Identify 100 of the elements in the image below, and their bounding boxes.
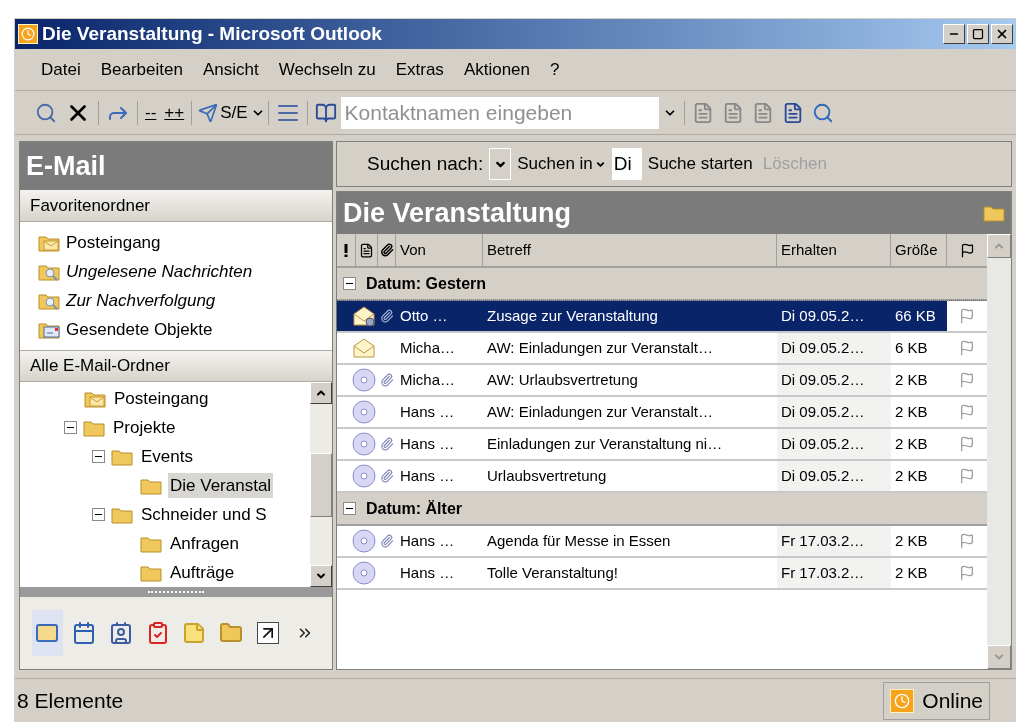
column-header[interactable]: Erhalten [777,234,891,266]
table-cell-text: 2 KB [894,433,929,454]
folder-icon [140,534,162,553]
table-cell-text: 2 KB [894,369,929,390]
search-label: Suchen nach: [367,151,484,176]
menu-item[interactable]: Wechseln zu [270,56,384,83]
section-header[interactable]: Alle E-Mail-Ordner [20,350,332,382]
menu-item[interactable]: Ansicht [194,56,267,83]
scrollbar[interactable] [310,382,332,587]
table-cell-text: Hans … [399,465,456,486]
folder-tree-item[interactable]: Events [139,443,195,470]
search-folder-icon [38,262,60,281]
group-toggle-icon[interactable] [343,277,356,290]
flag-icon[interactable] [959,468,975,484]
group-label: Datum: Älter [366,498,462,519]
folder-tree-item[interactable]: Schneider und S [139,501,269,528]
flag-icon[interactable] [959,372,975,388]
table-cell-text: Hans … [399,530,456,551]
expander-icon[interactable] [64,421,77,434]
disc-icon [352,464,376,488]
flag-icon[interactable] [959,565,975,581]
message-row[interactable]: Hans … Urlaubsvertretung Di 09.05.2… 2 KB [337,461,987,493]
maximize-button[interactable] [967,24,989,44]
search-dropdown[interactable] [489,148,512,180]
column-header[interactable]: Von [396,234,483,266]
table-cell-text: Einladungen zur Veranstaltung ni… [486,433,724,454]
expander-icon[interactable] [92,508,105,521]
expand-button[interactable]: ++ [160,99,189,126]
collapse-button[interactable]: -- [141,99,161,126]
message-row[interactable]: Hans … AW: Einladungen zur Veranstalt… Di 09.05.2… 2 KB [337,397,987,429]
favorite-folder-item[interactable]: Gesendete Objekte [66,316,213,343]
folder-icon [111,447,133,466]
folder-tree-item[interactable]: Posteingang [112,385,211,412]
favorite-folder-item[interactable]: Zur Nachverfolgung [66,287,216,314]
search-folder-icon [38,291,60,310]
group-header[interactable]: Datum: Gestern [337,268,987,301]
table-cell-text: 2 KB [894,401,929,422]
open-envelope-icon [352,337,376,359]
disc-icon [352,368,376,392]
folder-icon [140,563,162,582]
section-header[interactable]: Favoritenordner [20,190,332,222]
folder-icon [140,476,162,495]
app-icon [18,24,38,44]
column-header[interactable]: Größe [891,234,947,266]
contact-search-field[interactable]: Kontaktnamen eingeben [340,96,681,129]
folder-tree-item[interactable]: Aufträge [168,559,237,586]
table-cell-text: Otto … [399,305,449,326]
inbox-folder-icon [38,233,60,252]
table-cell-text: 2 KB [894,465,929,486]
message-row[interactable]: Hans … Tolle Veranstaltung! Fr 17.03.2… 2 KB [337,558,987,590]
menu-item[interactable]: Bearbeiten [92,56,191,83]
document-icon [359,242,374,258]
flag-icon[interactable] [959,308,975,324]
flag-icon[interactable] [959,340,975,356]
group-toggle-icon[interactable] [343,502,356,515]
sent-folder-icon [38,320,60,339]
flag-icon[interactable] [959,436,975,452]
table-cell-text: AW: Einladungen zur Veranstalt… [486,401,714,422]
table-cell: Fr 17.03.2… [777,558,891,588]
folder-tree-item[interactable]: Projekte [111,414,178,441]
folder-icon [983,204,1005,222]
message-row[interactable]: Hans … Einladungen zur Veranstaltung ni… Di 09.05.2… 2 KB [337,429,987,461]
table-cell-text: 2 KB [894,562,929,583]
start-search-button[interactable]: Suche starten [647,151,753,177]
menu-item[interactable]: ? [542,56,568,83]
favorite-folder-item[interactable]: Ungelesene Nachrichten [66,258,253,285]
column-header[interactable]: Betreff [483,234,777,266]
folder-tree-item[interactable]: Die Veranstal [168,472,274,499]
attachment-column-header[interactable] [378,234,396,266]
table-cell-text: 66 KB [894,305,937,326]
table-cell-text: 2 KB [894,530,929,551]
close-button[interactable] [991,24,1013,44]
expander-icon[interactable] [92,450,105,463]
search-in-button[interactable]: Suchen in [517,151,606,177]
clock-icon [890,688,915,713]
table-cell-text: Agenda für Messe in Essen [486,530,672,551]
folder-tree-item[interactable]: Anfragen [168,530,241,557]
message-row[interactable]: Micha… AW: Einladungen zur Veranstalt… Di 09.05.2… 6 KB [337,333,987,365]
minimize-button[interactable] [943,24,965,44]
send-receive-button[interactable]: S/E [195,99,251,126]
flag-icon[interactable] [959,533,975,549]
send-receive-icon [198,102,219,123]
exclamation-icon [344,243,348,257]
message-row[interactable]: Otto … Zusage zur Veranstaltung Di 09.05.2… 66 KB [337,301,987,333]
group-header[interactable]: Datum: Älter [337,493,987,526]
table-cell: Di 09.05.2… [777,333,891,363]
flag-icon[interactable] [959,404,975,420]
message-row[interactable]: Micha… AW: Urlaubsvertretung Di 09.05.2… 2 KB [337,365,987,397]
search-field[interactable]: Di [611,148,642,180]
menu-item[interactable]: Extras [387,56,452,83]
menu-item[interactable]: Datei [33,56,89,83]
menu-item[interactable]: Aktionen [455,56,539,83]
table-cell: Di 09.05.2… [777,397,891,427]
favorite-folder-item[interactable]: Posteingang [66,229,161,256]
connection-label: Online [922,687,983,714]
disc-icon [352,432,376,456]
disc-icon [352,400,376,424]
close-icon [995,27,1009,41]
message-row[interactable]: Hans … Agenda für Messe in Essen Fr 17.03.2… 2 KB [337,526,987,558]
table-cell: Di 09.05.2… [777,461,891,491]
